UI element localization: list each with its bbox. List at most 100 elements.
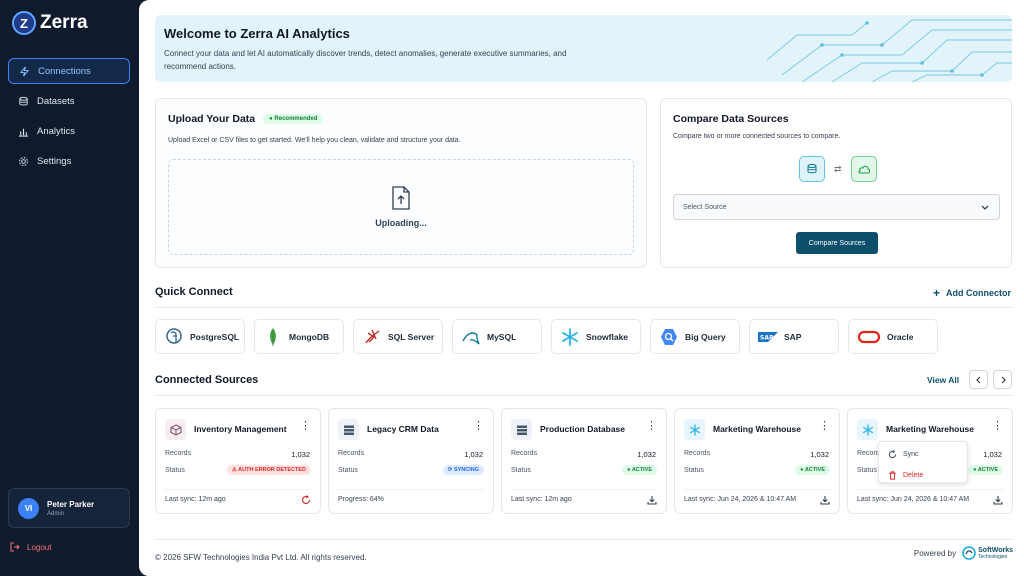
more-options-icon[interactable]: ⋮ xyxy=(300,421,311,432)
source-card[interactable]: Production Database ⋮ Records 1,032 Stat… xyxy=(501,408,667,514)
chevron-down-icon xyxy=(981,205,989,210)
compare-sources-button[interactable]: Compare Sources xyxy=(796,232,878,254)
next-page-button[interactable] xyxy=(993,370,1012,389)
connector-label: Big Query xyxy=(685,331,726,342)
powered-by: Powered by SoftWorks Technologies xyxy=(914,546,1013,560)
app-logo[interactable]: Z Zerra xyxy=(12,11,88,35)
bigquery-icon xyxy=(661,328,677,345)
bolt-icon xyxy=(19,66,30,76)
divider xyxy=(155,539,1012,540)
download-icon[interactable] xyxy=(820,495,830,505)
source-name: Marketing Warehouse xyxy=(886,424,975,434)
chevron-left-icon xyxy=(975,376,980,383)
snowflake-icon xyxy=(857,419,878,440)
upload-card: Upload Your Data ● Recommended Upload Ex… xyxy=(155,98,647,268)
logo-icon: Z xyxy=(12,11,36,35)
source-name: Inventory Management xyxy=(194,424,287,434)
records-value: 1,032 xyxy=(810,450,829,459)
records-value: 1,032 xyxy=(983,450,1002,459)
menu-label: Sync xyxy=(903,450,919,458)
quick-connect-title: Quick Connect xyxy=(155,286,233,298)
view-all-link[interactable]: View All xyxy=(927,375,959,385)
mongodb-icon xyxy=(270,327,276,346)
compare-subtitle: Compare two or more connected sources to… xyxy=(673,133,841,140)
compare-title: Compare Data Sources xyxy=(673,113,789,125)
status-badge: ● ACTIVE xyxy=(968,465,1003,475)
status-label: Status xyxy=(857,467,877,474)
snowflake-icon xyxy=(562,327,578,346)
records-value: 1,032 xyxy=(637,450,656,459)
upload-dropzone[interactable]: Uploading... xyxy=(168,159,634,255)
logout-label: Logout xyxy=(27,542,52,552)
sidebar-item-datasets[interactable]: Datasets xyxy=(8,88,130,114)
more-options-icon[interactable]: ⋮ xyxy=(646,421,657,432)
quick-connect-list: PostgreSQL MongoDB SQL Server MySQL Snow… xyxy=(155,319,938,354)
more-options-icon[interactable]: ⋮ xyxy=(819,421,830,432)
sidebar-item-label: Connections xyxy=(38,65,91,77)
source-card[interactable]: Legacy CRM Data ⋮ Records 1,032 Status ⟳… xyxy=(328,408,494,514)
sidebar-item-settings[interactable]: Settings xyxy=(8,148,130,174)
divider xyxy=(155,307,1012,308)
source-card[interactable]: Inventory Management ⋮ Records 1,032 Sta… xyxy=(155,408,321,514)
sync-menu-item[interactable]: Sync xyxy=(879,445,967,463)
database-source-icon xyxy=(799,156,825,182)
user-role: Admin xyxy=(47,510,65,517)
upload-title: Upload Your Data xyxy=(168,113,256,125)
user-card[interactable]: VI Peter Parker Admin xyxy=(8,488,130,528)
records-value: 1,032 xyxy=(464,450,483,459)
logout-button[interactable]: Logout xyxy=(10,542,51,552)
add-connector-button[interactable]: + Add Connector xyxy=(933,286,1011,300)
status-label: Status xyxy=(338,467,358,474)
divider xyxy=(338,489,484,490)
connector-label: SAP xyxy=(784,331,802,342)
mysql-icon xyxy=(462,331,480,344)
delete-menu-item[interactable]: Delete xyxy=(879,466,967,484)
snowflake-icon xyxy=(684,419,705,440)
download-icon[interactable] xyxy=(993,495,1003,505)
records-label: Records xyxy=(338,450,365,457)
stack-icon xyxy=(338,419,359,440)
connector-snowflake[interactable]: Snowflake xyxy=(551,319,641,354)
download-icon[interactable] xyxy=(647,495,657,505)
trash-icon xyxy=(889,470,896,480)
connector-sap[interactable]: SAP SAP xyxy=(749,319,839,354)
welcome-banner: Welcome to Zerra AI Analytics Connect yo… xyxy=(155,15,1012,82)
upload-status: Uploading... xyxy=(375,218,427,228)
circuit-illustration xyxy=(766,19,1012,82)
connector-mongodb[interactable]: MongoDB xyxy=(254,319,344,354)
source-footer: Progress: 64% xyxy=(338,496,384,503)
connector-label: Snowflake xyxy=(586,331,629,342)
connector-bigquery[interactable]: Big Query xyxy=(650,319,740,354)
prev-page-button[interactable] xyxy=(969,370,988,389)
chart-icon xyxy=(18,128,29,137)
more-options-icon[interactable]: ⋮ xyxy=(992,421,1003,432)
connector-mysql[interactable]: MySQL xyxy=(452,319,542,354)
chevron-right-icon xyxy=(1001,376,1006,383)
more-options-icon[interactable]: ⋮ xyxy=(473,421,484,432)
connector-postgresql[interactable]: PostgreSQL xyxy=(155,319,245,354)
banner-text: Connect your data and let AI automatical… xyxy=(164,49,567,71)
connector-sqlserver[interactable]: SQL Server xyxy=(353,319,443,354)
status-label: Status xyxy=(511,467,531,474)
sidebar-item-label: Analytics xyxy=(37,125,76,137)
records-label: Records xyxy=(165,450,192,457)
sidebar-item-analytics[interactable]: Analytics xyxy=(8,118,130,144)
softworks-icon xyxy=(962,546,976,560)
connector-oracle[interactable]: Oracle xyxy=(848,319,938,354)
retry-icon[interactable] xyxy=(301,495,311,505)
divider xyxy=(155,395,1012,396)
connected-sources-title: Connected Sources xyxy=(155,374,259,386)
sidebar-item-connections[interactable]: Connections xyxy=(8,58,130,84)
source-name: Marketing Warehouse xyxy=(713,424,802,434)
source-footer: Last sync: Jun 24, 2026 & 10:47 AM xyxy=(857,496,970,503)
app-name: Zerra xyxy=(40,12,88,33)
source-select[interactable]: Select Source xyxy=(673,194,1000,220)
source-card[interactable]: Marketing Warehouse ⋮ Records 1,032 Stat… xyxy=(674,408,840,514)
sqlserver-icon xyxy=(365,329,380,343)
sidebar-nav: Connections Datasets Analytics Settings xyxy=(8,58,130,178)
softworks-logo[interactable]: SoftWorks Technologies xyxy=(962,546,1013,560)
brand-sub: Technologies xyxy=(978,553,1008,560)
compare-card: Compare Data Sources Compare two or more… xyxy=(660,98,1012,268)
banner-title: Welcome to Zerra AI Analytics xyxy=(164,26,350,41)
source-name: Production Database xyxy=(540,424,626,434)
